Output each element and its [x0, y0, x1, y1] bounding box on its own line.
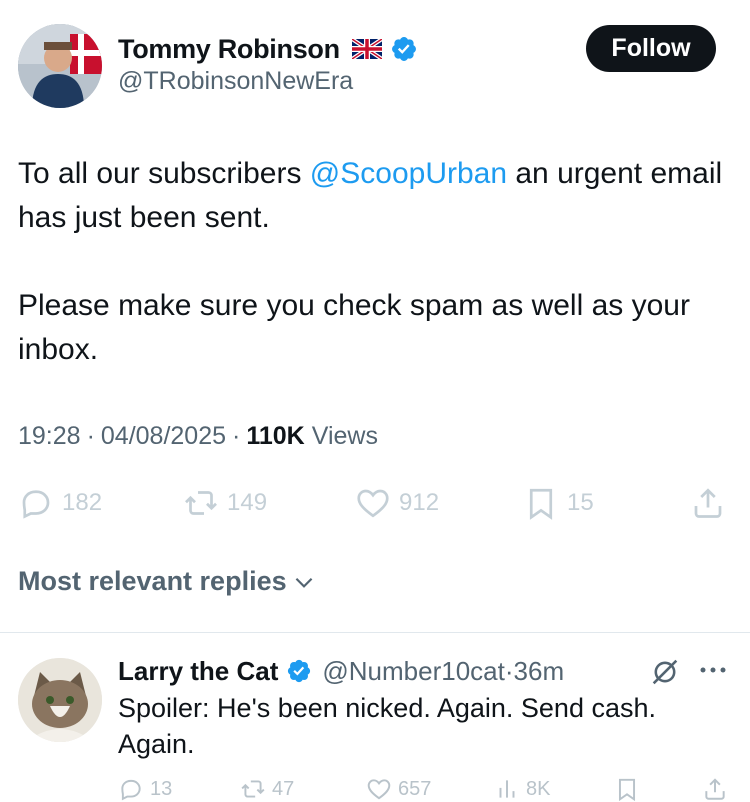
replies-sort-dropdown[interactable]: Most relevant replies — [18, 566, 317, 597]
reply-like-count: 657 — [398, 777, 432, 800]
bookmark-count: 15 — [567, 489, 594, 516]
tweet-text-start: To all our subscribers — [18, 157, 310, 190]
chevron-down-icon — [295, 577, 312, 588]
reply-bookmark-button[interactable] — [614, 776, 640, 802]
like-button[interactable]: 912 — [355, 485, 439, 521]
reply-reply-count: 13 — [150, 777, 173, 800]
reply-time[interactable]: 36m — [514, 656, 565, 687]
repost-icon — [241, 780, 265, 798]
repost-icon — [185, 491, 217, 515]
reply-like-button[interactable]: 657 — [366, 776, 431, 802]
grok-icon[interactable] — [648, 655, 682, 689]
follow-button[interactable]: Follow — [586, 25, 716, 72]
mention-link[interactable]: @ScoopUrban — [310, 157, 507, 190]
bookmark-icon — [529, 488, 553, 520]
repost-count: 149 — [227, 489, 268, 516]
reply-reply-button[interactable]: 13 — [118, 776, 172, 802]
views-chart-icon — [499, 780, 515, 798]
tweet-action-bar: 182 149 912 15 — [18, 485, 733, 525]
meta-separator: · — [86, 422, 95, 450]
tweet-paragraph-1: To all our subscribers @ScoopUrban an ur… — [18, 152, 733, 240]
reply-text: Spoiler: He's been nicked. Again. Send c… — [118, 693, 656, 759]
author-display-name[interactable]: Tommy Robinson — [118, 34, 340, 65]
author-avatar[interactable] — [18, 24, 102, 108]
author-name-row: Tommy Robinson — [118, 31, 418, 67]
verified-badge-icon — [288, 659, 311, 683]
reply-header: Larry the Cat @Number10cat · 36m — [118, 654, 564, 688]
reply-icon — [22, 490, 50, 519]
tweet-paragraph-2: Please make sure you check spam as well … — [18, 289, 690, 366]
heart-icon — [367, 779, 391, 800]
reply-share-button[interactable] — [702, 776, 728, 802]
bookmark-icon — [618, 778, 636, 802]
author-handle[interactable]: @TRobinsonNewEra — [118, 67, 353, 96]
views-label: Views — [311, 422, 378, 450]
reply-repost-button[interactable]: 47 — [240, 776, 294, 802]
bookmark-button[interactable]: 15 — [523, 485, 594, 521]
tweet-text: To all our subscribers @ScoopUrban an ur… — [18, 152, 733, 372]
uk-flag-icon — [351, 39, 382, 59]
cat-avatar-image — [18, 658, 102, 742]
tweet-meta: 19:28 · 04/08/2025 · 110K Views — [18, 422, 378, 451]
views-count: 110K — [246, 422, 305, 450]
share-button[interactable] — [690, 485, 726, 521]
reply-avatar[interactable] — [18, 658, 102, 742]
verified-badge-icon — [391, 37, 416, 61]
like-count: 912 — [399, 489, 440, 516]
reply-repost-count: 47 — [272, 777, 295, 800]
repost-button[interactable]: 149 — [183, 485, 267, 521]
reply-button[interactable]: 182 — [18, 485, 102, 521]
share-icon — [705, 778, 725, 800]
author-avatar-image — [18, 24, 102, 108]
more-options-icon[interactable] — [696, 660, 730, 680]
reply-display-name[interactable]: Larry the Cat — [118, 656, 278, 687]
reply-action-bar: 13 47 657 8K — [118, 776, 733, 802]
replies-sort-label: Most relevant replies — [18, 566, 287, 596]
meta-separator: · — [232, 422, 241, 450]
reply-count: 182 — [62, 489, 103, 516]
reply-icon — [121, 779, 141, 801]
section-divider — [0, 632, 750, 633]
reply-views-count: 8K — [526, 777, 551, 800]
reply-views-button[interactable]: 8K — [494, 776, 550, 802]
share-icon — [694, 488, 722, 518]
reply-handle[interactable]: @Number10cat — [322, 656, 504, 687]
heart-icon — [357, 489, 389, 518]
tweet-time[interactable]: 19:28 — [18, 422, 81, 451]
reply-separator: · — [504, 655, 514, 686]
tweet-date[interactable]: 04/08/2025 — [101, 422, 226, 451]
